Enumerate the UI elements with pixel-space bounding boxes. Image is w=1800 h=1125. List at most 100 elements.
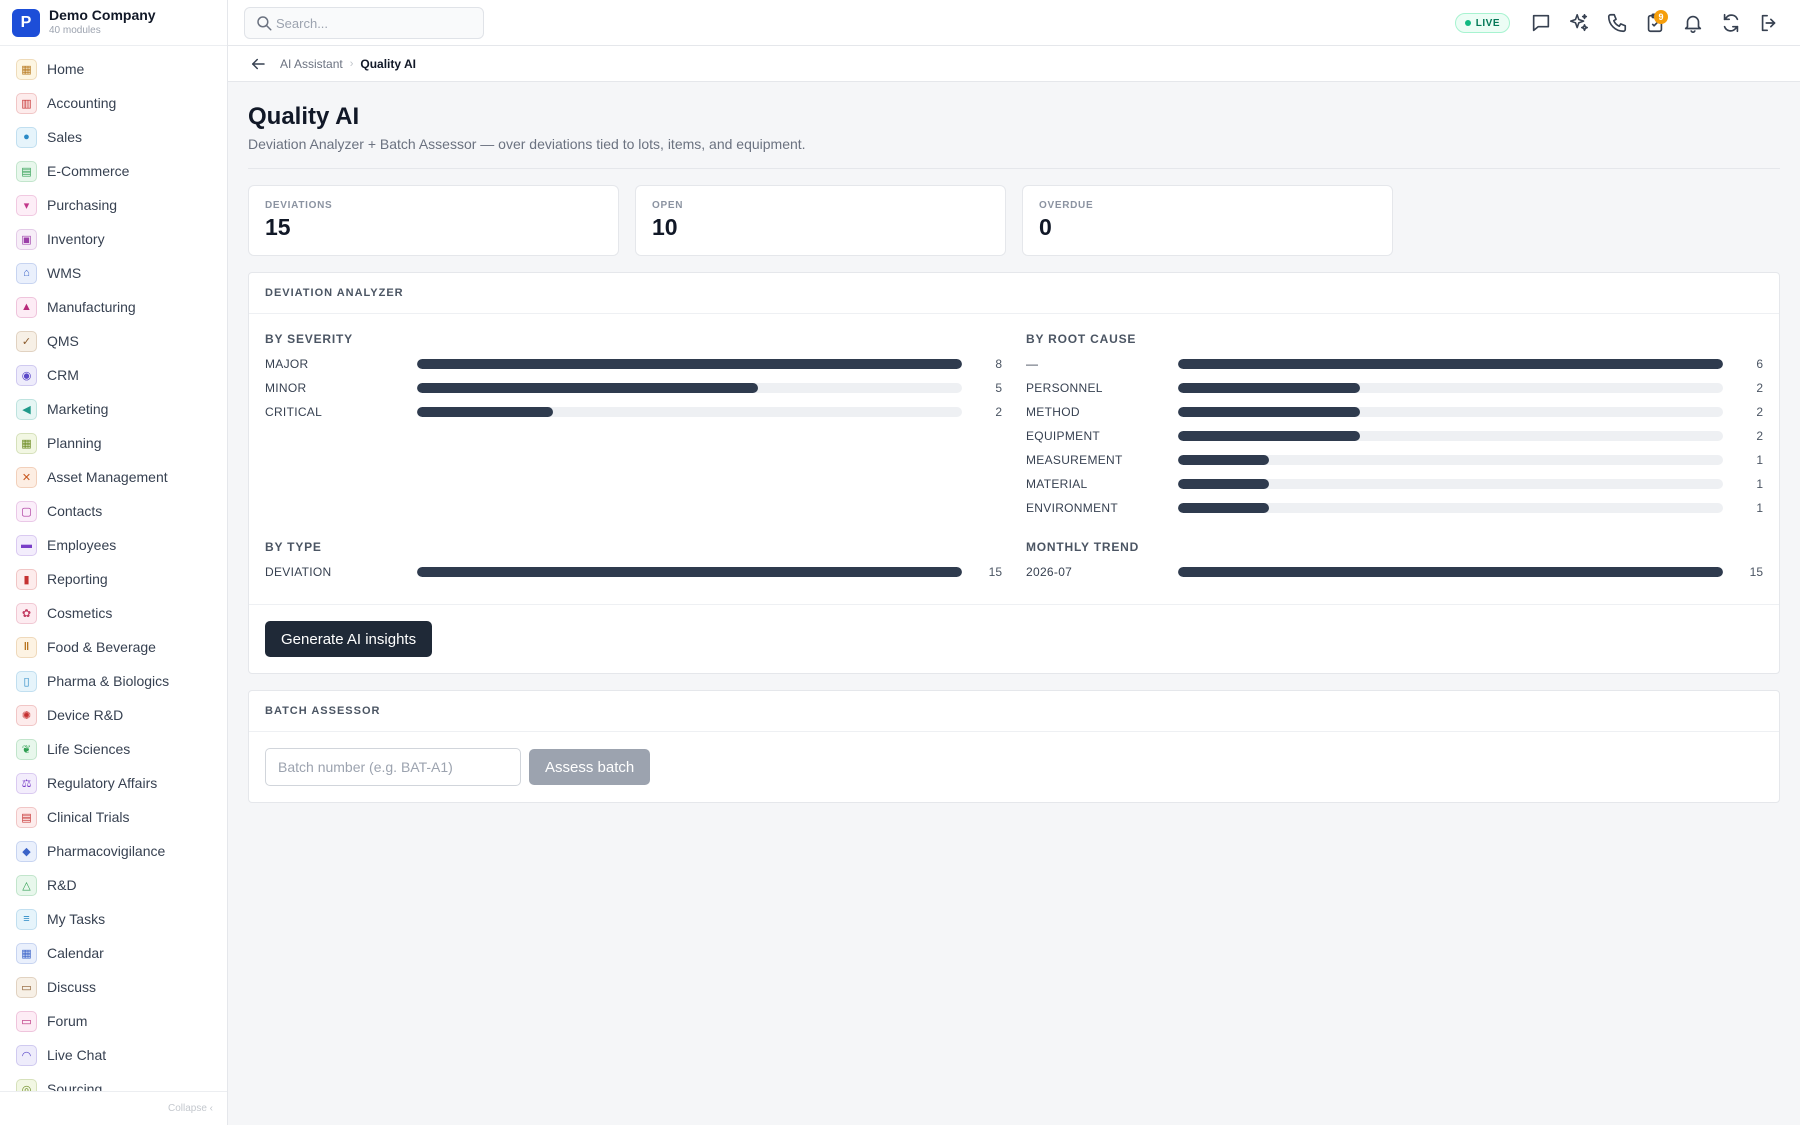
breakdown-title: BY ROOT CAUSE: [1026, 332, 1137, 346]
sidebar-item-label: My Tasks: [47, 911, 106, 927]
calendar-grid-icon: ▦: [16, 432, 37, 454]
sidebar-item-label: Food & Beverage: [47, 639, 156, 655]
factory-icon: ▲: [16, 296, 37, 318]
call-button[interactable]: [1598, 4, 1636, 42]
collapse-button[interactable]: Collapse ‹: [0, 1091, 227, 1125]
page-title: Quality AI: [248, 103, 360, 130]
batch-number-input[interactable]: [265, 748, 521, 786]
sidebar-item-calendar[interactable]: ▦ Calendar: [0, 936, 227, 970]
sidebar-item-label: Employees: [47, 537, 117, 553]
sidebar-item-discuss[interactable]: ▭ Discuss: [0, 970, 227, 1004]
breadcrumb-parent-link[interactable]: AI Assistant: [280, 57, 343, 71]
sidebar-item-asset-management[interactable]: ✕ Asset Management: [0, 460, 227, 494]
sidebar-item-regulatory-affairs[interactable]: ⚖ Regulatory Affairs: [0, 766, 227, 800]
sidebar-item-label: E-Commerce: [47, 163, 130, 179]
bar-count: 1: [1756, 477, 1763, 491]
search-input[interactable]: [276, 15, 466, 31]
bar-count: 5: [995, 381, 1002, 395]
sidebar-item-qms[interactable]: ✓ QMS: [0, 324, 227, 358]
bar-label: DEVIATION: [265, 565, 332, 579]
gavel-icon: ⚖: [16, 772, 37, 794]
sidebar-item-inventory[interactable]: ▣ Inventory: [0, 222, 227, 256]
calendar-icon: ▦: [16, 942, 37, 964]
sidebar-item-live-chat[interactable]: ◠ Live Chat: [0, 1038, 227, 1072]
page-header: Quality AI Deviation Analyzer + Batch As…: [248, 82, 1780, 169]
sidebar-item-purchasing[interactable]: ▾ Purchasing: [0, 188, 227, 222]
bar-track: [417, 383, 962, 393]
sidebar-item-forum[interactable]: ▭ Forum: [0, 1004, 227, 1038]
sidebar-item-clinical-trials[interactable]: ▤ Clinical Trials: [0, 800, 227, 834]
bar-row: 2026-07 15: [1026, 560, 1771, 584]
logout-button[interactable]: [1750, 4, 1788, 42]
brand[interactable]: P Demo Company 40 modules: [0, 0, 227, 46]
sidebar-item-employees[interactable]: ▬ Employees: [0, 528, 227, 562]
checklist-icon: ≡: [16, 908, 37, 930]
sidebar-item-pharma-biologics[interactable]: ▯ Pharma & Biologics: [0, 664, 227, 698]
messages-button[interactable]: [1522, 4, 1560, 42]
bar-label: MINOR: [265, 381, 307, 395]
sidebar-item-planning[interactable]: ▦ Planning: [0, 426, 227, 460]
bar-fill: [1178, 407, 1360, 417]
bar-count: 2: [995, 405, 1002, 419]
sidebar-item-crm[interactable]: ◉ CRM: [0, 358, 227, 392]
notifications-button[interactable]: [1674, 4, 1712, 42]
sidebar-item-label: Accounting: [47, 95, 117, 111]
bar-row: METHOD 2: [1026, 400, 1771, 424]
assess-batch-button[interactable]: Assess batch: [529, 749, 651, 785]
breakdown-by-type: BY TYPE DEVIATION 15: [265, 540, 1026, 584]
contact-card-icon: ▢: [16, 500, 37, 522]
bar-fill: [1178, 567, 1723, 577]
ai-sparkle-button[interactable]: [1560, 4, 1598, 42]
bar-track: [417, 567, 962, 577]
grid-icon: ▦: [16, 58, 37, 80]
people-icon: ◉: [16, 364, 37, 386]
company-name: Demo Company: [49, 7, 156, 23]
sidebar-item-reporting[interactable]: ▮ Reporting: [0, 562, 227, 596]
kpi-label: OVERDUE: [1039, 200, 1094, 211]
sidebar-item-life-sciences[interactable]: ❦ Life Sciences: [0, 732, 227, 766]
sidebar-item-sourcing[interactable]: ◎ Sourcing: [0, 1072, 227, 1091]
bank-icon: ▥: [16, 92, 37, 114]
sidebar-item-sales[interactable]: ● Sales: [0, 120, 227, 154]
top-actions: LIVE 9: [1454, 0, 1788, 46]
sidebar-item-e-commerce[interactable]: ▤ E-Commerce: [0, 154, 227, 188]
search-box[interactable]: [244, 7, 484, 39]
bar-track: [1178, 479, 1723, 489]
sidebar-item-food-beverage[interactable]: ‖ Food & Beverage: [0, 630, 227, 664]
bar-count: 2: [1756, 429, 1763, 443]
sidebar-item-my-tasks[interactable]: ≡ My Tasks: [0, 902, 227, 936]
sidebar-item-r-d[interactable]: △ R&D: [0, 868, 227, 902]
shield-icon: ◆: [16, 840, 37, 862]
sidebar-item-contacts[interactable]: ▢ Contacts: [0, 494, 227, 528]
sidebar-item-home[interactable]: ▦ Home: [0, 52, 227, 86]
bar-label: CRITICAL: [265, 405, 323, 419]
sidebar-item-device-r-d[interactable]: ✺ Device R&D: [0, 698, 227, 732]
bar-label: —: [1026, 357, 1039, 371]
bar-count: 2: [1756, 381, 1763, 395]
bar-row: —6: [1026, 352, 1771, 376]
bar-row: CRITICAL 2: [265, 400, 1026, 424]
back-button[interactable]: [246, 52, 270, 76]
sidebar-item-manufacturing[interactable]: ▲ Manufacturing: [0, 290, 227, 324]
bar-track: [1178, 359, 1723, 369]
tasks-notifications-button[interactable]: 9: [1636, 4, 1674, 42]
generate-ai-insights-button[interactable]: Generate AI insights: [265, 621, 433, 657]
sidebar-item-accounting[interactable]: ▥ Accounting: [0, 86, 227, 120]
sidebar-item-label: Home: [47, 61, 85, 77]
kpi-row: DEVIATIONS 15 OPEN 10 OVERDUE 0: [248, 185, 1780, 256]
batch-form: Assess batch: [249, 732, 1779, 802]
bar-count: 6: [1756, 357, 1763, 371]
sidebar-item-label: R&D: [47, 877, 77, 893]
sidebar-item-label: WMS: [47, 265, 82, 281]
switch-company-button[interactable]: [1712, 4, 1750, 42]
sidebar-item-label: Contacts: [47, 503, 103, 519]
sidebar-item-cosmetics[interactable]: ✿ Cosmetics: [0, 596, 227, 630]
module-count: 40 modules: [49, 25, 101, 36]
sidebar-item-pharmacovigilance[interactable]: ◆ Pharmacovigilance: [0, 834, 227, 868]
leaf-icon: ❦: [16, 738, 37, 760]
breakdown-title: BY TYPE: [265, 540, 322, 554]
megaphone-icon: ◀: [16, 398, 37, 420]
sidebar-item-wms[interactable]: ⌂ WMS: [0, 256, 227, 290]
sidebar-item-label: Device R&D: [47, 707, 124, 723]
sidebar-item-marketing[interactable]: ◀ Marketing: [0, 392, 227, 426]
